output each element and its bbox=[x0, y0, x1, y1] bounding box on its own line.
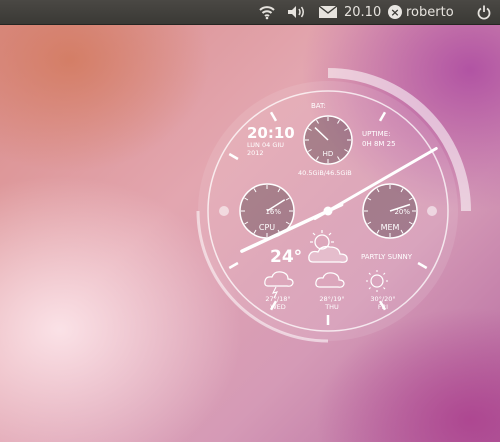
mem-value: 20% bbox=[394, 208, 410, 216]
right-knob bbox=[427, 206, 437, 216]
forecast-temps-thu: 28°/19° bbox=[319, 295, 344, 303]
current-temperature: 24° bbox=[270, 247, 302, 267]
forecast-day-fri: FRI bbox=[378, 303, 388, 311]
battery-label: BAT: bbox=[311, 102, 326, 110]
hd-usage: 40.5GiB/46.5GiB bbox=[298, 169, 352, 177]
forecast-temps-fri: 30°/20° bbox=[370, 295, 395, 303]
forecast-day-wed: WED bbox=[270, 303, 286, 311]
conky-clock-widget: HD 16% CPU 20% MEM BAT: 20:10 LUN 04 GIU… bbox=[196, 68, 471, 343]
hd-label: HD bbox=[323, 150, 334, 158]
cpu-label: CPU bbox=[259, 223, 275, 232]
hd-gauge: HD bbox=[303, 115, 353, 165]
uptime-value: 0H 8M 25 bbox=[362, 140, 396, 148]
widget-date: LUN 04 GIU bbox=[247, 141, 284, 149]
left-knob bbox=[219, 206, 229, 216]
cpu-value: 16% bbox=[265, 208, 281, 216]
mem-label: MEM bbox=[381, 223, 400, 232]
mem-gauge: 20% MEM bbox=[362, 183, 418, 239]
uptime-label: UPTIME: bbox=[362, 130, 391, 138]
weather-condition: PARTLY SUNNY bbox=[361, 253, 413, 261]
widget-time: 20:10 bbox=[247, 124, 295, 142]
widget-year: 2012 bbox=[247, 149, 264, 157]
forecast-day-thu: THU bbox=[324, 303, 339, 311]
clock-center bbox=[323, 206, 333, 216]
forecast-temps-wed: 27°/18° bbox=[265, 295, 290, 303]
